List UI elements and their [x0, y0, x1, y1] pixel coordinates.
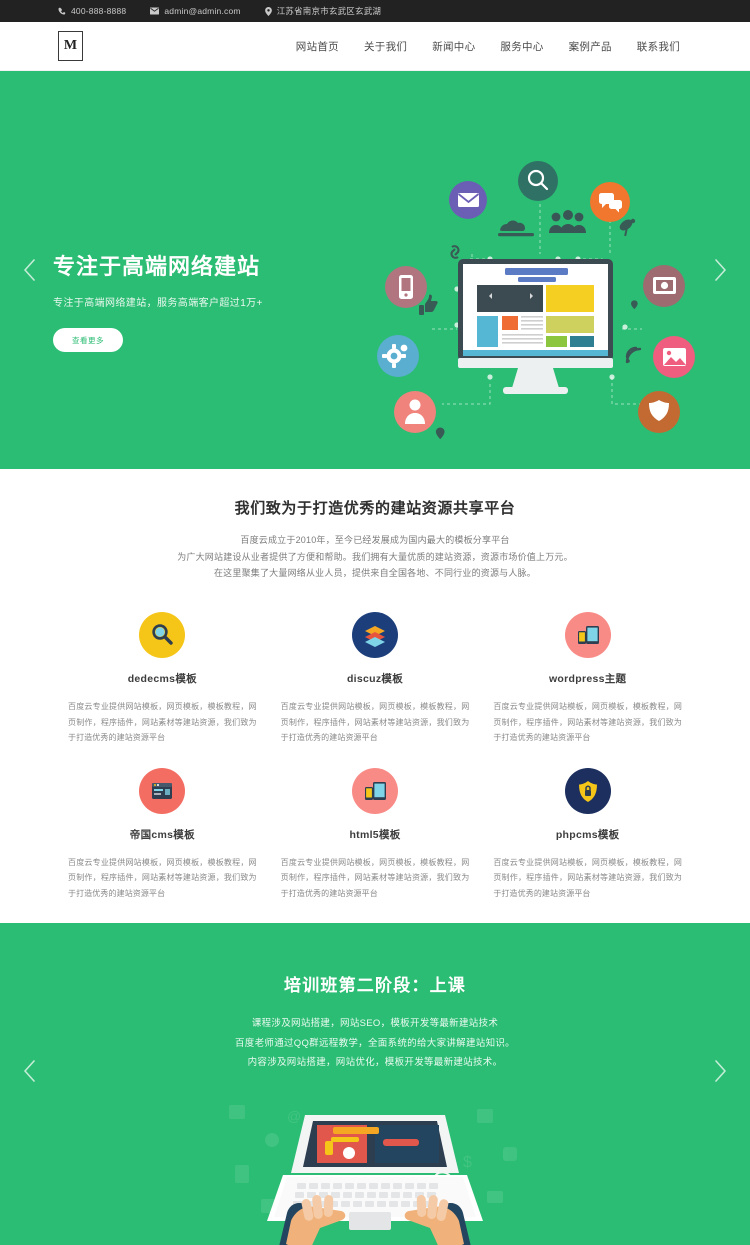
service-card-text: 百度云专业提供网站模板，网页模板，模板教程，网页制作，程序插件，网站素材等建站资… — [280, 857, 470, 898]
main-navigation: 网站首页 关于我们 新闻中心 服务中心 案例产品 联系我们 — [296, 39, 680, 54]
nav-item-cases[interactable]: 案例产品 — [569, 39, 612, 54]
layers-stack-icon — [351, 611, 398, 658]
mail-badge — [449, 181, 487, 219]
topbar-email: admin@admin.com — [150, 6, 241, 16]
user-badge — [394, 391, 436, 433]
topbar-email-text: admin@admin.com — [164, 6, 241, 16]
phone-icon — [58, 7, 66, 15]
nav-item-service[interactable]: 服务中心 — [500, 39, 543, 54]
service-card-title: wordpress主题 — [548, 672, 627, 685]
training-title: 培训班第二阶段：上课 — [284, 976, 466, 996]
topbar-address: 江苏省南京市玄武区玄武湖 — [264, 5, 382, 17]
chat-badge — [590, 182, 630, 222]
hero-illustration — [372, 159, 702, 440]
magnifier-icon — [139, 611, 186, 658]
service-card-title: 帝国cms模板 — [129, 828, 195, 841]
training-description: 课程涉及网站搭建，网站SEO，模板开发等最新建站技术 百度老师通过QQ群远程教学… — [0, 1014, 750, 1072]
location-pin-icon — [264, 6, 272, 16]
services-desc-line: 百度云成立于2010年，至今已经发展成为国内最大的模板分享平台 — [240, 535, 510, 545]
settings-badge — [377, 335, 419, 377]
chevron-left-icon — [24, 259, 35, 281]
service-card-title: phpcms模板 — [555, 828, 620, 841]
tablet-phone-icon — [564, 611, 611, 658]
service-card-text: 百度云专业提供网站模板，网页模板，模板教程，网页制作，程序插件，网站素材等建站资… — [68, 701, 257, 743]
mobile-badge — [385, 266, 427, 308]
training-desc-line: 课程涉及网站搭建，网站SEO，模板开发等最新建站技术 — [251, 1018, 499, 1030]
services-card-grid: dedecms模板 百度云专业提供网站模板，网页模板，模板教程，网页制作，程序插… — [0, 582, 750, 902]
service-card-text: 百度云专业提供网站模板，网页模板，模板教程，网页制作，程序插件，网站素材等建站资… — [280, 701, 470, 743]
shield-lock-icon — [564, 767, 611, 814]
services-desc-line: 为广大网站建设从业者提供了方便和帮助。我们拥有大量优质的建站资源，资源市场价值上… — [177, 551, 573, 562]
hero-banner-carousel: 专注于高端网络建站 专注于高端网络建站，服务高端客户超过1万+ 查看更多 — [0, 71, 750, 469]
nav-item-contact[interactable]: 联系我们 — [637, 39, 680, 54]
training-section: 培训班第二阶段：上课 课程涉及网站搭建，网站SEO，模板开发等最新建站技术 百度… — [0, 923, 750, 1245]
service-card-title: discuz模板 — [346, 672, 404, 685]
search-badge — [518, 161, 558, 201]
services-section: 我们致为于打造优秀的建站资源共享平台 百度云成立于2010年，至今已经发展成为国… — [0, 469, 750, 924]
service-card-wordpress[interactable]: wordpress主题 百度云专业提供网站模板，网页模板，模板教程，网页制作，程… — [481, 611, 694, 746]
topbar-phone: 400-888-8888 — [58, 6, 126, 16]
hero-prev-button[interactable] — [16, 257, 42, 283]
envelope-icon — [150, 7, 160, 15]
hero-subtitle: 专注于高端网络建站，服务高端客户超过1万+ — [53, 298, 263, 309]
camera-badge — [643, 265, 685, 307]
service-card-dedecms[interactable]: dedecms模板 百度云专业提供网站模板，网页模板，模板教程，网页制作，程序插… — [56, 611, 269, 746]
service-card-phpcms[interactable]: phpcms模板 百度云专业提供网站模板，网页模板，模板教程，网页制作，程序插件… — [481, 767, 694, 902]
site-logo[interactable]: M — [58, 31, 83, 61]
hero-next-button[interactable] — [708, 257, 734, 283]
hero-view-more-button[interactable]: 查看更多 — [53, 328, 123, 352]
topbar-phone-text: 400-888-8888 — [71, 6, 127, 16]
service-card-text: 百度云专业提供网站模板，网页模板，模板教程，网页制作，程序插件，网站素材等建站资… — [493, 701, 682, 743]
nav-item-home[interactable]: 网站首页 — [296, 39, 339, 54]
browser-window-icon — [139, 767, 186, 814]
services-title: 我们致为于打造优秀的建站资源共享平台 — [234, 500, 516, 517]
tablet-phone-icon — [351, 767, 398, 814]
chevron-right-icon — [715, 259, 726, 281]
site-header: M 网站首页 关于我们 新闻中心 服务中心 案例产品 联系我们 — [0, 22, 750, 71]
services-desc-line: 在这里聚集了大量网络从业人员，提供来自全国各地、不同行业的资源与人脉。 — [213, 568, 536, 579]
shield-badge — [638, 391, 680, 433]
chevron-left-icon — [24, 1060, 35, 1083]
training-desc-line: 内容涉及网站搭建，网站优化，模板开发等最新建站技术。 — [247, 1057, 503, 1069]
top-contact-bar: 400-888-8888 admin@admin.com 江苏省南京市玄武区玄武… — [0, 0, 750, 22]
training-next-button[interactable] — [708, 1058, 734, 1084]
logo-letter: M — [63, 38, 78, 53]
service-card-html5[interactable]: html5模板 百度云专业提供网站模板，网页模板，模板教程，网页制作，程序插件，… — [269, 767, 482, 902]
svg-text:$: $ — [463, 1154, 472, 1171]
service-card-title: dedecms模板 — [127, 672, 197, 685]
service-card-text: 百度云专业提供网站模板，网页模板，模板教程，网页制作，程序插件，网站素材等建站资… — [68, 857, 257, 898]
service-card-title: html5模板 — [349, 828, 401, 841]
training-desc-line: 百度老师通过QQ群远程教学，全面系统的给大家讲解建站知识。 — [235, 1037, 515, 1049]
training-illustration: $ @ — [225, 1095, 525, 1245]
service-card-empirecms[interactable]: 帝国cms模板 百度云专业提供网站模板，网页模板，模板教程，网页制作，程序插件，… — [56, 767, 269, 902]
nav-item-about[interactable]: 关于我们 — [364, 39, 407, 54]
gallery-badge — [653, 336, 695, 378]
hero-text-block: 专注于高端网络建站 专注于高端网络建站，服务高端客户超过1万+ 查看更多 — [53, 249, 353, 352]
topbar-address-text: 江苏省南京市玄武区玄武湖 — [276, 6, 382, 16]
service-card-discuz[interactable]: discuz模板 百度云专业提供网站模板，网页模板，模板教程，网页制作，程序插件… — [269, 611, 482, 746]
hero-slide: 专注于高端网络建站 专注于高端网络建站，服务高端客户超过1万+ 查看更多 — [0, 71, 750, 469]
chevron-right-icon — [715, 1060, 726, 1083]
services-description: 百度云成立于2010年，至今已经发展成为国内最大的模板分享平台 为广大网站建设从… — [0, 532, 750, 582]
svg-text:@: @ — [287, 1108, 301, 1124]
nav-item-news[interactable]: 新闻中心 — [432, 39, 475, 54]
hero-title: 专注于高端网络建站 — [53, 254, 261, 279]
training-prev-button[interactable] — [16, 1058, 42, 1084]
service-card-text: 百度云专业提供网站模板，网页模板，模板教程，网页制作，程序插件，网站素材等建站资… — [493, 857, 682, 898]
